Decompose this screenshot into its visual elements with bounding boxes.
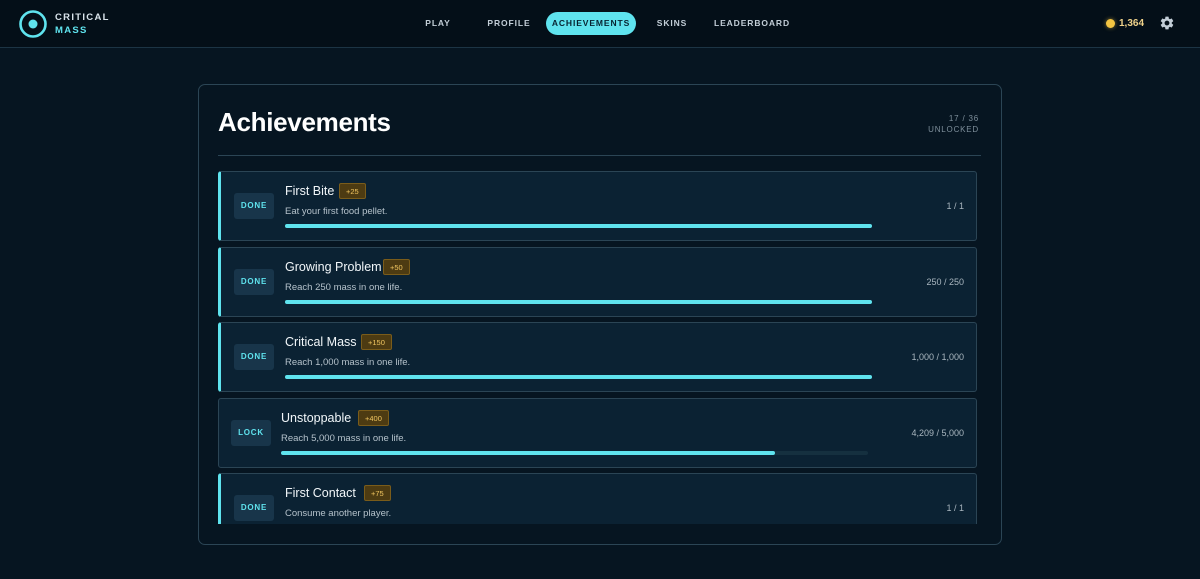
nav-profile[interactable]: PROFILE	[482, 12, 536, 35]
unlocked-counter: 17 / 36 UNLOCKED	[928, 113, 979, 135]
status-badge: DONE	[234, 269, 274, 295]
achievement-card[interactable]: DONE First Contact +75 Consume another p…	[218, 473, 977, 524]
status-badge: LOCK	[231, 420, 271, 446]
progress-fill	[285, 375, 872, 379]
reward-badge: +50	[383, 259, 410, 275]
achievement-card[interactable]: DONE First Bite +25 Eat your first food …	[218, 171, 977, 241]
achievement-description: Consume another player.	[285, 508, 392, 519]
progress-count: 250 / 250	[926, 277, 964, 287]
achievement-list[interactable]: DONE First Bite +25 Eat your first food …	[218, 171, 978, 524]
achievement-title: Growing Problem	[285, 260, 382, 274]
unlocked-label: UNLOCKED	[928, 125, 979, 134]
page-title: Achievements	[218, 107, 391, 137]
nav-skins[interactable]: SKINS	[648, 12, 696, 35]
progress-fill	[281, 451, 776, 455]
brand-line-2: MASS	[55, 25, 88, 36]
achievement-title: Critical Mass	[285, 335, 357, 349]
reward-badge: +75	[364, 485, 391, 501]
reward-badge: +400	[358, 410, 389, 426]
progress-count: 1 / 1	[946, 201, 964, 211]
achievement-title: Unstoppable	[281, 411, 352, 425]
brand-line-1: CRITICAL	[55, 12, 110, 23]
achievement-description: Reach 250 mass in one life.	[285, 282, 403, 293]
status-badge: DONE	[234, 193, 274, 219]
progress-fill	[285, 224, 872, 228]
coin-value: 1,364	[1119, 18, 1145, 29]
status-badge: DONE	[234, 495, 274, 521]
top-bar: CRITICAL MASS PLAY PROFILE ACHIEVEMENTS …	[0, 0, 1200, 48]
title-divider	[218, 155, 981, 156]
progress-track	[281, 451, 868, 455]
status-badge: DONE	[234, 344, 274, 370]
progress-count: 4,209 / 5,000	[911, 428, 964, 438]
achievement-card[interactable]: DONE Growing Problem +50 Reach 250 mass …	[218, 247, 977, 317]
achievement-description: Reach 1,000 mass in one life.	[285, 357, 411, 368]
achievement-description: Eat your first food pellet.	[285, 206, 388, 217]
gear-icon[interactable]	[1159, 15, 1175, 31]
progress-fill	[285, 300, 872, 304]
achievement-card[interactable]: DONE Critical Mass +150 Reach 1,000 mass…	[218, 322, 977, 392]
critical-mass-logo-icon[interactable]	[18, 9, 48, 39]
progress-track	[285, 300, 872, 304]
achievement-description: Reach 5,000 mass in one life.	[281, 433, 407, 444]
brand-name: CRITICAL MASS	[55, 11, 110, 37]
coin-icon	[1106, 19, 1115, 28]
nav-play[interactable]: PLAY	[415, 12, 461, 35]
achievement-card[interactable]: LOCK Unstoppable +400 Reach 5,000 mass i…	[218, 398, 977, 468]
nav-achievements[interactable]: ACHIEVEMENTS	[546, 12, 636, 35]
achievement-title: First Bite	[285, 184, 335, 198]
progress-count: 1 / 1	[946, 503, 964, 513]
nav-leaderboard[interactable]: LEADERBOARD	[712, 12, 792, 35]
progress-count: 1,000 / 1,000	[911, 352, 964, 362]
unlocked-count: 17 / 36	[948, 114, 979, 123]
progress-track	[285, 375, 872, 379]
reward-badge: +150	[361, 334, 392, 350]
reward-badge: +25	[339, 183, 366, 199]
achievements-panel: Achievements 17 / 36 UNLOCKED DONE First…	[198, 84, 1002, 545]
achievement-title: First Contact	[285, 486, 356, 500]
progress-track	[285, 224, 872, 228]
